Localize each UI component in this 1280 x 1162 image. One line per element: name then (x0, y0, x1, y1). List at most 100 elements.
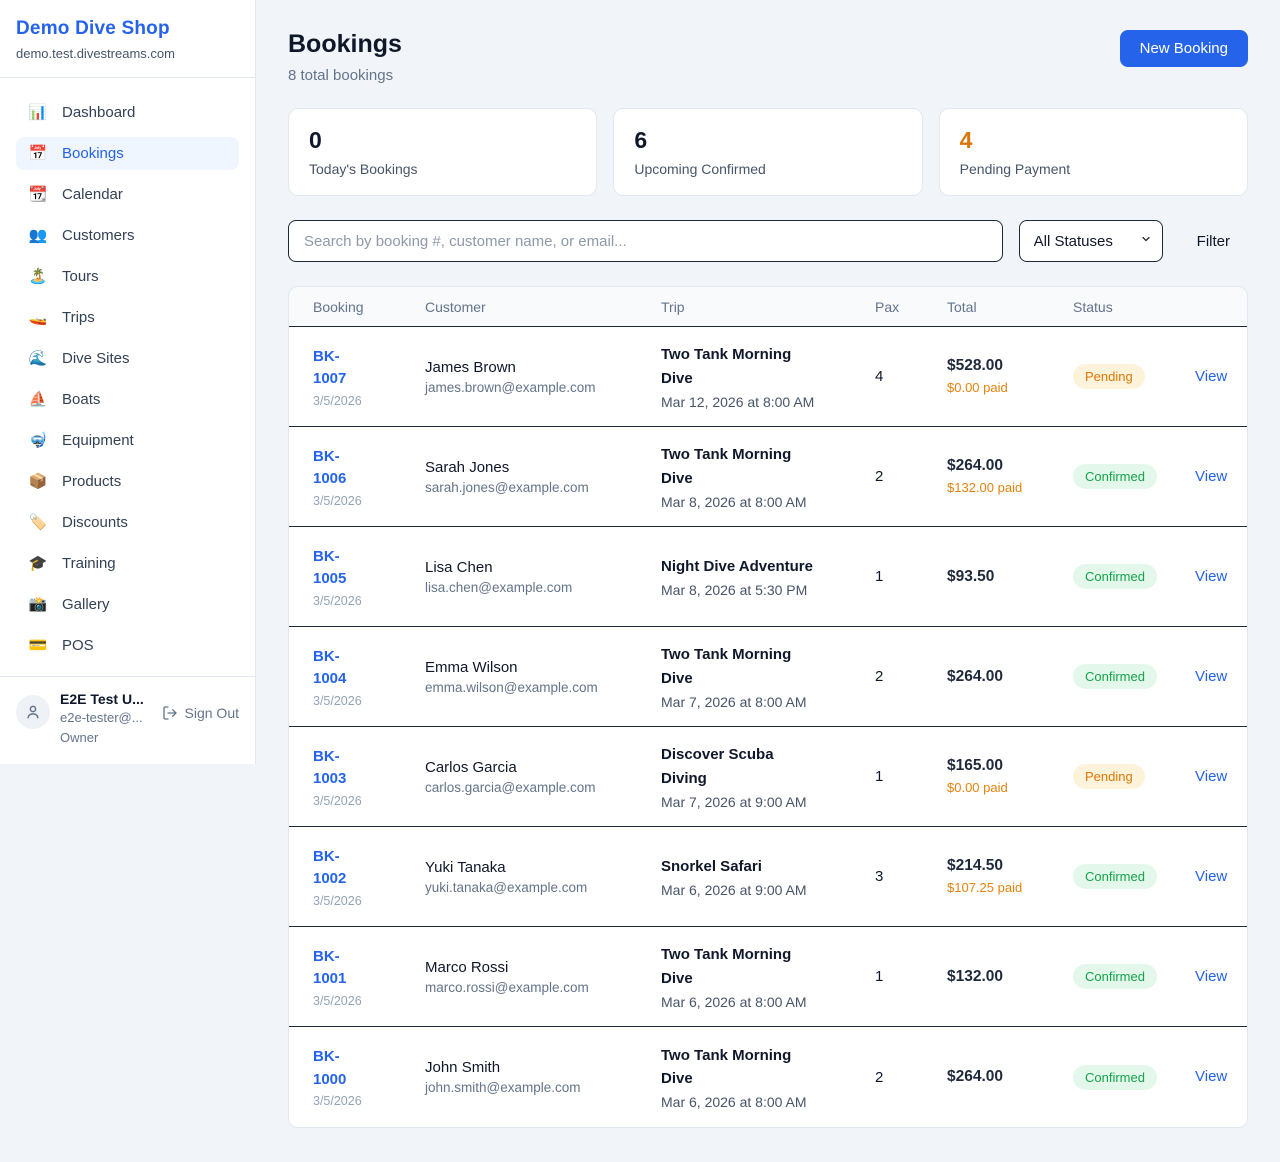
total-amount: $165.00 (947, 757, 1073, 775)
sidebar-item-label: Gallery (62, 596, 110, 613)
customer-email: james.brown@example.com (425, 380, 661, 395)
view-link[interactable]: View (1195, 468, 1227, 485)
trip-datetime: Mar 12, 2026 at 8:00 AM (661, 394, 875, 410)
price-tag-icon: 🏷️ (28, 515, 48, 530)
sidebar-item-pos[interactable]: 💳 POS (16, 629, 239, 662)
total-amount: $264.00 (947, 1068, 1073, 1086)
status-select[interactable]: All Statuses (1019, 220, 1163, 262)
column-trip: Trip (661, 299, 875, 315)
pax-count: 1 (875, 568, 947, 585)
sidebar-item-training[interactable]: 🎓 Training (16, 547, 239, 580)
user-name: E2E Test U... (60, 691, 152, 707)
pax-count: 2 (875, 1069, 947, 1086)
booking-id-link[interactable]: BK-1005 (313, 546, 369, 591)
user-section: E2E Test U... e2e-tester@... Owner Sign … (0, 676, 255, 764)
customer-name: Carlos Garcia (425, 759, 661, 776)
trip-name: Two Tank Morning Dive (661, 343, 817, 390)
status-badge: Confirmed (1073, 1065, 1157, 1090)
booking-id-link[interactable]: BK-1001 (313, 946, 369, 991)
sidebar-item-dive-sites[interactable]: 🌊 Dive Sites (16, 342, 239, 375)
table-row: BK-1001 3/5/2026 Marco Rossi marco.rossi… (289, 927, 1247, 1027)
sidebar-item-discounts[interactable]: 🏷️ Discounts (16, 506, 239, 539)
view-link[interactable]: View (1195, 1068, 1227, 1085)
sidebar-item-customers[interactable]: 👥 Customers (16, 219, 239, 252)
status-filter: All Statuses (1019, 220, 1163, 262)
status-badge: Confirmed (1073, 464, 1157, 489)
booking-id-link[interactable]: BK-1006 (313, 446, 369, 491)
view-link[interactable]: View (1195, 868, 1227, 885)
trip-name: Two Tank Morning Dive (661, 443, 817, 490)
booking-date: 3/5/2026 (313, 994, 425, 1008)
status-badge: Confirmed (1073, 964, 1157, 989)
paid-amount: $0.00 paid (947, 779, 1043, 797)
booking-id-link[interactable]: BK-1003 (313, 746, 369, 791)
trip-name: Two Tank Morning Dive (661, 1044, 817, 1091)
sidebar-item-dashboard[interactable]: 📊 Dashboard (16, 96, 239, 129)
sidebar-item-products[interactable]: 📦 Products (16, 465, 239, 498)
pax-count: 4 (875, 368, 947, 385)
island-icon: 🏝️ (28, 269, 48, 284)
sign-out-button[interactable]: Sign Out (162, 705, 239, 721)
view-link[interactable]: View (1195, 968, 1227, 985)
sidebar-item-calendar[interactable]: 📆 Calendar (16, 178, 239, 211)
status-badge: Pending (1073, 764, 1145, 789)
view-link[interactable]: View (1195, 368, 1227, 385)
people-icon: 👥 (28, 228, 48, 243)
booking-date: 3/5/2026 (313, 394, 425, 408)
shop-domain: demo.test.divestreams.com (16, 46, 239, 61)
filter-button[interactable]: Filter (1179, 233, 1248, 250)
sidebar-item-gallery[interactable]: 📸 Gallery (16, 588, 239, 621)
total-bookings-count: 8 total bookings (288, 67, 402, 84)
customer-name: Marco Rossi (425, 959, 661, 976)
trip-name: Snorkel Safari (661, 855, 817, 878)
shop-name[interactable]: Demo Dive Shop (16, 18, 239, 40)
trip-datetime: Mar 6, 2026 at 8:00 AM (661, 1094, 875, 1110)
trip-datetime: Mar 6, 2026 at 8:00 AM (661, 994, 875, 1010)
view-link[interactable]: View (1195, 768, 1227, 785)
stat-label: Pending Payment (960, 161, 1227, 177)
booking-date: 3/5/2026 (313, 594, 425, 608)
person-icon (24, 703, 42, 721)
sidebar: Demo Dive Shop demo.test.divestreams.com… (0, 0, 256, 764)
sidebar-item-label: Bookings (62, 145, 124, 162)
booking-date: 3/5/2026 (313, 494, 425, 508)
sidebar-item-equipment[interactable]: 🤿 Equipment (16, 424, 239, 457)
graduation-cap-icon: 🎓 (28, 556, 48, 571)
bookings-table-body: BK-1007 3/5/2026 James Brown james.brown… (289, 327, 1247, 1127)
sidebar-item-label: Products (62, 473, 121, 490)
sidebar-item-trips[interactable]: 🚤 Trips (16, 301, 239, 334)
customer-email: carlos.garcia@example.com (425, 780, 661, 795)
booking-id-link[interactable]: BK-1007 (313, 346, 369, 391)
stat-upcoming-confirmed: 6 Upcoming Confirmed (613, 108, 922, 196)
view-link[interactable]: View (1195, 668, 1227, 685)
pax-count: 1 (875, 968, 947, 985)
booking-id-link[interactable]: BK-1000 (313, 1046, 369, 1091)
pax-count: 2 (875, 668, 947, 685)
sidebar-item-label: Dive Sites (62, 350, 130, 367)
filter-row: All Statuses Filter (288, 220, 1248, 262)
booking-id-link[interactable]: BK-1002 (313, 846, 369, 891)
paid-amount: $0.00 paid (947, 379, 1043, 397)
search-input[interactable] (288, 220, 1003, 262)
view-link[interactable]: View (1195, 568, 1227, 585)
user-email: e2e-tester@... (60, 709, 152, 727)
paid-amount: $132.00 paid (947, 479, 1043, 497)
table-row: BK-1000 3/5/2026 John Smith john.smith@e… (289, 1027, 1247, 1127)
customer-name: Sarah Jones (425, 459, 661, 476)
new-booking-button[interactable]: New Booking (1120, 30, 1248, 67)
stat-pending-payment: 4 Pending Payment (939, 108, 1248, 196)
trip-datetime: Mar 6, 2026 at 9:00 AM (661, 882, 875, 898)
sidebar-item-bookings[interactable]: 📅 Bookings (16, 137, 239, 170)
avatar (16, 695, 50, 729)
total-amount: $214.50 (947, 857, 1073, 875)
stat-label: Today's Bookings (309, 161, 576, 177)
speedboat-icon: 🚤 (28, 310, 48, 325)
sailboat-icon: ⛵ (28, 392, 48, 407)
sidebar-item-tours[interactable]: 🏝️ Tours (16, 260, 239, 293)
customer-email: sarah.jones@example.com (425, 480, 661, 495)
bookings-table: Booking Customer Trip Pax Total Status B… (288, 286, 1248, 1128)
user-role: Owner (60, 729, 152, 747)
booking-id-link[interactable]: BK-1004 (313, 646, 369, 691)
sidebar-item-boats[interactable]: ⛵ Boats (16, 383, 239, 416)
table-row: BK-1002 3/5/2026 Yuki Tanaka yuki.tanaka… (289, 827, 1247, 927)
